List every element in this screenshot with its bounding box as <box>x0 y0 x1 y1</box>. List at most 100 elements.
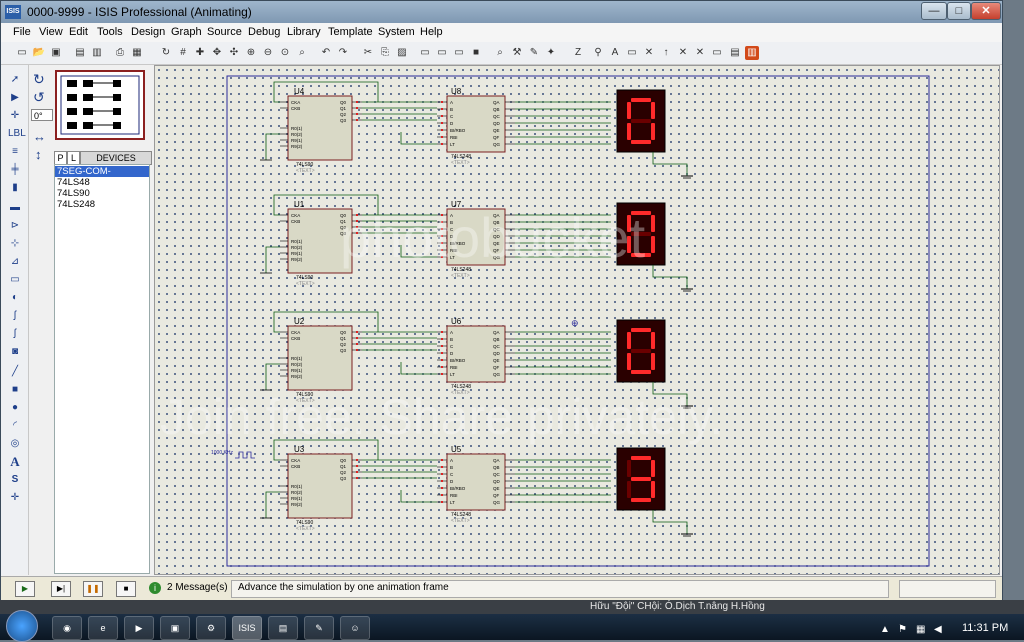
menu-edit[interactable]: Edit <box>69 26 88 38</box>
zoom-all-icon[interactable]: ⊙ <box>278 46 292 60</box>
import-icon[interactable]: ▤ <box>73 46 87 60</box>
schematic-canvas[interactable]: U4 74LS90 <TEXT> CKA CKB R0(1) R0(2) R9(1) R9(2)… <box>154 65 1000 575</box>
redo-icon[interactable]: ↷ <box>336 46 350 60</box>
block-delete-icon[interactable]: ■ <box>469 46 483 60</box>
menu-help[interactable]: Help <box>420 26 443 38</box>
copy-icon[interactable]: ⎘ <box>378 46 392 60</box>
system-clock[interactable]: 11:31 PM <box>962 622 1008 634</box>
messages-icon[interactable]: i <box>149 582 161 594</box>
bill-of-materials-icon[interactable]: ✕ <box>676 46 690 60</box>
junction-dot-icon[interactable]: ✛ <box>8 109 22 123</box>
box-icon[interactable]: ■ <box>8 383 22 397</box>
wire-label-icon[interactable]: LBL <box>8 127 26 141</box>
redraw-icon[interactable]: ↻ <box>159 46 173 60</box>
text-icon[interactable]: A <box>8 455 22 469</box>
device-item-74ls48[interactable]: 74LS48 <box>57 177 90 188</box>
start-button[interactable] <box>6 610 38 642</box>
app-task-icon[interactable]: ▣ <box>160 616 190 640</box>
buses-icon[interactable]: ╪ <box>8 163 22 177</box>
voltage-probe-icon[interactable]: ◐ <box>8 291 22 305</box>
pan-icon[interactable]: ✥ <box>210 46 224 60</box>
packaging-tool-icon[interactable]: ✎ <box>527 46 541 60</box>
menu-design[interactable]: Design <box>131 26 165 38</box>
library-manager-tab[interactable]: L <box>67 151 80 165</box>
message-count[interactable]: 2 Message(s) <box>167 582 228 593</box>
stop-button[interactable]: ■ <box>116 581 136 597</box>
tray-arrow-icon[interactable]: ▲ <box>880 624 890 635</box>
instruments-icon[interactable]: ◙ <box>8 345 22 359</box>
menu-tools[interactable]: Tools <box>97 26 123 38</box>
menu-file[interactable]: File <box>13 26 31 38</box>
menu-view[interactable]: View <box>39 26 63 38</box>
ie-task-icon[interactable]: e <box>88 616 118 640</box>
pick-devices-tab[interactable]: P <box>54 151 67 165</box>
tray-volume-icon[interactable]: ◀ <box>934 624 942 635</box>
block-move-icon[interactable]: ▭ <box>435 46 449 60</box>
rotation-angle-field[interactable]: 0° <box>31 109 53 121</box>
make-device-icon[interactable]: ⚒ <box>510 46 524 60</box>
minimize-button[interactable]: — <box>921 2 947 20</box>
maximize-button[interactable]: □ <box>947 2 971 20</box>
menu-template[interactable]: Template <box>328 26 373 38</box>
ares-icon[interactable]: ▥ <box>745 46 759 60</box>
marker-icon[interactable]: ✛ <box>8 491 22 505</box>
component-mode-icon[interactable]: ▶ <box>8 91 22 105</box>
subcircuit-icon[interactable]: ▮ <box>8 181 22 195</box>
pause-button[interactable]: ❚❚ <box>83 581 103 597</box>
exit-parent-icon[interactable]: ↑ <box>659 46 673 60</box>
menu-debug[interactable]: Debug <box>248 26 280 38</box>
arc-icon[interactable]: ◜ <box>8 419 22 433</box>
device-pins-icon[interactable]: ⊳ <box>8 219 22 233</box>
overview-window[interactable] <box>55 70 145 140</box>
search-tag-icon[interactable]: ⚲ <box>591 46 605 60</box>
wire-autorouter-icon[interactable]: Z <box>571 46 585 60</box>
selection-mode-icon[interactable]: ➚ <box>8 73 22 87</box>
device-item-74ls90[interactable]: 74LS90 <box>57 188 90 199</box>
center-icon[interactable]: ✣ <box>227 46 241 60</box>
graph-mode-icon[interactable]: ⊹ <box>8 237 22 251</box>
export-icon[interactable]: ▥ <box>90 46 104 60</box>
origin-icon[interactable]: ✚ <box>193 46 207 60</box>
decompose-icon[interactable]: ✦ <box>544 46 558 60</box>
current-probe-icon[interactable]: ʃ <box>8 309 22 323</box>
device-item-74ls248[interactable]: 74LS248 <box>57 199 95 210</box>
paste-icon[interactable]: ▨ <box>395 46 409 60</box>
pick-device-icon[interactable]: ⌕ <box>493 46 507 60</box>
menu-source[interactable]: Source <box>207 26 242 38</box>
tray-flag-icon[interactable]: ⚑ <box>898 624 907 635</box>
virtual-instrument-icon[interactable]: ʃ <box>8 327 22 341</box>
undo-icon[interactable]: ↶ <box>319 46 333 60</box>
path-icon[interactable]: ◎ <box>8 437 22 451</box>
block-copy-icon[interactable]: ▭ <box>418 46 432 60</box>
line-icon[interactable]: ╱ <box>8 365 22 379</box>
electrical-check-icon[interactable]: ✕ <box>693 46 707 60</box>
messenger-task-icon[interactable]: ☺ <box>340 616 370 640</box>
save-icon[interactable]: ▣ <box>49 46 63 60</box>
netlist-icon[interactable]: ▭ <box>710 46 724 60</box>
grid-icon[interactable]: # <box>176 46 190 60</box>
zoom-area-icon[interactable]: ⌕ <box>295 46 309 60</box>
remove-sheet-icon[interactable]: ✕ <box>642 46 656 60</box>
print-area-icon[interactable]: ▦ <box>130 46 144 60</box>
open-folder-icon[interactable]: 📂 <box>32 46 46 60</box>
chrome-task-icon[interactable]: ◉ <box>52 616 82 640</box>
zoom-in-icon[interactable]: ⊕ <box>244 46 258 60</box>
settings-task-icon[interactable]: ⚙ <box>196 616 226 640</box>
step-button[interactable]: ▶| <box>51 581 71 597</box>
property-assign-icon[interactable]: A <box>608 46 622 60</box>
new-file-icon[interactable]: ▭ <box>15 46 29 60</box>
title-bar[interactable]: ISIS 0000-9999 - ISIS Professional (Anim… <box>1 1 1002 23</box>
isis-task-icon[interactable]: ISIS <box>232 616 262 640</box>
menu-graph[interactable]: Graph <box>171 26 202 38</box>
print-icon[interactable]: ⎙ <box>113 46 127 60</box>
report-icon[interactable]: ▤ <box>728 46 742 60</box>
explorer-task-icon[interactable]: ▤ <box>268 616 298 640</box>
tape-recorder-icon[interactable]: ⊿ <box>8 255 22 269</box>
cut-icon[interactable]: ✂ <box>361 46 375 60</box>
mirror-vertical-icon[interactable]: ↕ <box>35 147 42 162</box>
mirror-horizontal-icon[interactable]: ↔ <box>33 129 46 144</box>
text-script-icon[interactable]: ≡ <box>8 145 22 159</box>
rotate-anticlockwise-icon[interactable]: ↺ <box>33 89 45 106</box>
symbol-icon[interactable]: S <box>8 473 22 487</box>
zoom-out-icon[interactable]: ⊖ <box>261 46 275 60</box>
